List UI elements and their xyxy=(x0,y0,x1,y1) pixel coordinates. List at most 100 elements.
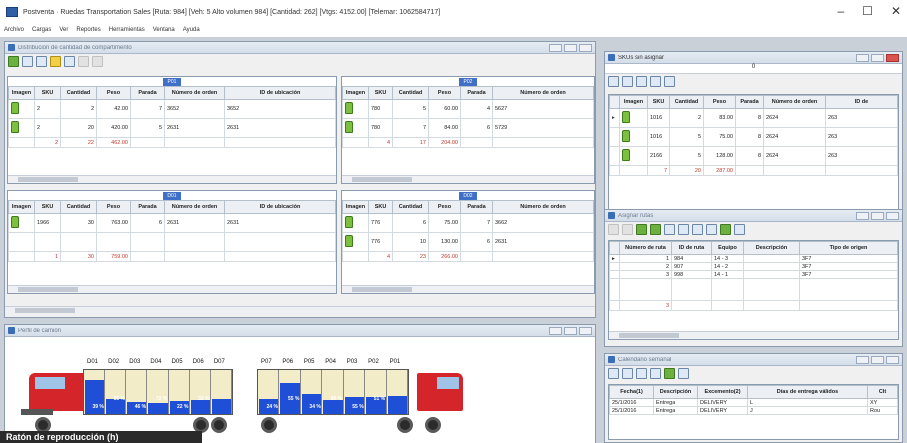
table-row[interactable]: 780 5 60.00 4 5627 xyxy=(342,99,594,119)
table-row[interactable]: 2 20 420.00 5 2631 2631 xyxy=(8,118,336,138)
row-selector[interactable] xyxy=(609,270,620,279)
save-icon[interactable] xyxy=(678,368,689,379)
col-descripcion[interactable]: Descripción xyxy=(743,241,800,255)
col-sku[interactable]: SKU xyxy=(34,200,61,214)
col-equipo[interactable]: Equipo xyxy=(711,241,744,255)
jar-move-icon[interactable] xyxy=(22,56,33,67)
close-icon[interactable] xyxy=(579,44,592,52)
col-numero-orden[interactable]: Número de orden xyxy=(492,200,594,214)
col-id[interactable]: ID de xyxy=(825,95,898,109)
col-cantidad[interactable]: Cantidad xyxy=(60,86,97,100)
col-peso[interactable]: Peso xyxy=(703,95,736,109)
grid-icon[interactable] xyxy=(636,368,647,379)
row-selector[interactable] xyxy=(609,146,620,166)
menu-ayuda[interactable]: Ayuda xyxy=(183,27,200,33)
menu-archivo[interactable]: Archivo xyxy=(4,27,24,33)
col-excemento[interactable]: Excemento(2) xyxy=(697,385,748,399)
table-row[interactable]: 2 2 42.00 7 3652 3652 xyxy=(8,99,336,119)
col-cantidad[interactable]: Cantidad xyxy=(392,86,429,100)
table-row[interactable]: 2166 5 128.00 8 2624 263 xyxy=(609,146,898,166)
table-row[interactable]: 776 6 75.00 7 3662 xyxy=(342,213,594,233)
close-icon[interactable] xyxy=(886,212,899,220)
menu-ver[interactable]: Ver xyxy=(59,27,68,33)
table-row[interactable]: ▸ 1016 2 83.00 8 2624 263 xyxy=(609,108,898,128)
col-cantidad[interactable]: Cantidad xyxy=(669,95,704,109)
col-imagen[interactable]: Imagen xyxy=(8,200,35,214)
grid-icon[interactable] xyxy=(692,224,703,235)
col-fecha[interactable]: Fecha(1) xyxy=(609,385,654,399)
table-row[interactable]: 25/1/2016 Entrega DELIVERY L XY xyxy=(609,398,898,407)
col-sku[interactable]: SKU xyxy=(368,86,393,100)
export-icon[interactable] xyxy=(608,368,619,379)
grid-icon[interactable] xyxy=(36,56,47,67)
col-numero-orden[interactable]: Número de orden xyxy=(492,86,594,100)
col-imagen[interactable]: Imagen xyxy=(342,86,369,100)
table-row[interactable]: 1016 5 75.00 8 2624 263 xyxy=(609,127,898,147)
minimize-icon[interactable] xyxy=(549,44,562,52)
horizontal-scrollbar[interactable] xyxy=(342,285,594,293)
col-imagen[interactable]: Imagen xyxy=(342,200,369,214)
col-dias-entrega[interactable]: Días de entrega válidos xyxy=(747,385,868,399)
col-descripcion[interactable]: Descripción xyxy=(653,385,698,399)
col-imagen[interactable]: Imagen xyxy=(8,86,35,100)
horizontal-scrollbar[interactable] xyxy=(609,331,898,339)
col-id-ruta[interactable]: ID de ruta xyxy=(671,241,712,255)
col-sku[interactable]: SKU xyxy=(647,95,670,109)
col-parada[interactable]: Parada xyxy=(735,95,764,109)
menu-cargas[interactable]: Cargas xyxy=(32,27,51,33)
row-selector[interactable] xyxy=(609,127,620,147)
col-numero-orden[interactable]: Número de orden xyxy=(164,200,225,214)
col-clt[interactable]: Clt xyxy=(867,385,898,399)
grid-icon[interactable] xyxy=(636,76,647,87)
text-icon[interactable] xyxy=(678,224,689,235)
col-numero-ruta[interactable]: Número de ruta xyxy=(619,241,672,255)
col-id-ubicacion[interactable]: ID de ubicación xyxy=(224,86,336,100)
text-icon[interactable] xyxy=(622,76,633,87)
col-sku[interactable]: SKU xyxy=(368,200,393,214)
save-icon[interactable] xyxy=(664,76,675,87)
maximize-icon[interactable] xyxy=(871,356,884,364)
export-icon[interactable] xyxy=(664,224,675,235)
maximize-icon[interactable] xyxy=(564,44,577,52)
close-icon[interactable] xyxy=(886,356,899,364)
route-remove-icon[interactable] xyxy=(650,224,661,235)
col-cantidad[interactable]: Cantidad xyxy=(60,200,97,214)
col-sku[interactable]: SKU xyxy=(34,86,61,100)
col-parada[interactable]: Parada xyxy=(460,86,493,100)
print-icon[interactable] xyxy=(650,76,661,87)
menu-reportes[interactable]: Reportes xyxy=(76,27,100,33)
horizontal-scrollbar[interactable] xyxy=(342,175,594,183)
maximize-icon[interactable] xyxy=(871,54,884,62)
col-peso[interactable]: Peso xyxy=(428,200,461,214)
close-icon[interactable] xyxy=(579,327,592,335)
export-icon[interactable] xyxy=(608,76,619,87)
col-parada[interactable]: Parada xyxy=(130,86,165,100)
menu-ventana[interactable]: Ventana xyxy=(153,27,175,33)
col-numero-orden[interactable]: Número de orden xyxy=(164,86,225,100)
col-peso[interactable]: Peso xyxy=(96,86,131,100)
col-parada[interactable]: Parada xyxy=(130,200,165,214)
horizontal-scrollbar[interactable] xyxy=(8,285,336,293)
close-icon[interactable] xyxy=(886,54,899,62)
print-icon[interactable] xyxy=(706,224,717,235)
col-peso[interactable]: Peso xyxy=(428,86,461,100)
table-row[interactable]: 25/1/2016 Entrega DELIVERY J Rou xyxy=(609,406,898,415)
table-row[interactable]: ▸ 1 984 14 - 3 3F7 xyxy=(609,254,898,263)
row-selector[interactable] xyxy=(609,262,620,271)
minimize-icon[interactable] xyxy=(549,327,562,335)
print-icon[interactable] xyxy=(650,368,661,379)
save-icon[interactable] xyxy=(734,224,745,235)
menu-herramientas[interactable]: Herramientas xyxy=(109,27,145,33)
table-row[interactable]: 780 7 84.00 6 5729 xyxy=(342,118,594,138)
col-cantidad[interactable]: Cantidad xyxy=(392,200,429,214)
table-row[interactable]: 1966 30 763.00 6 2631 2631 xyxy=(8,213,336,233)
col-tipo-origen[interactable]: Tipo de origen xyxy=(799,241,898,255)
jar-icon[interactable] xyxy=(8,56,19,67)
col-imagen[interactable]: Imagen xyxy=(619,95,648,109)
table-row[interactable]: 776 10 130.00 6 2631 xyxy=(342,232,594,252)
table-row[interactable]: 3 998 14 - 1 3F7 xyxy=(609,270,898,279)
window-horizontal-scrollbar[interactable] xyxy=(5,306,595,315)
col-id-ubicacion[interactable]: ID de ubicación xyxy=(224,200,336,214)
col-peso[interactable]: Peso xyxy=(96,200,131,214)
table-row[interactable]: 2 907 14 - 2 3F7 xyxy=(609,262,898,271)
